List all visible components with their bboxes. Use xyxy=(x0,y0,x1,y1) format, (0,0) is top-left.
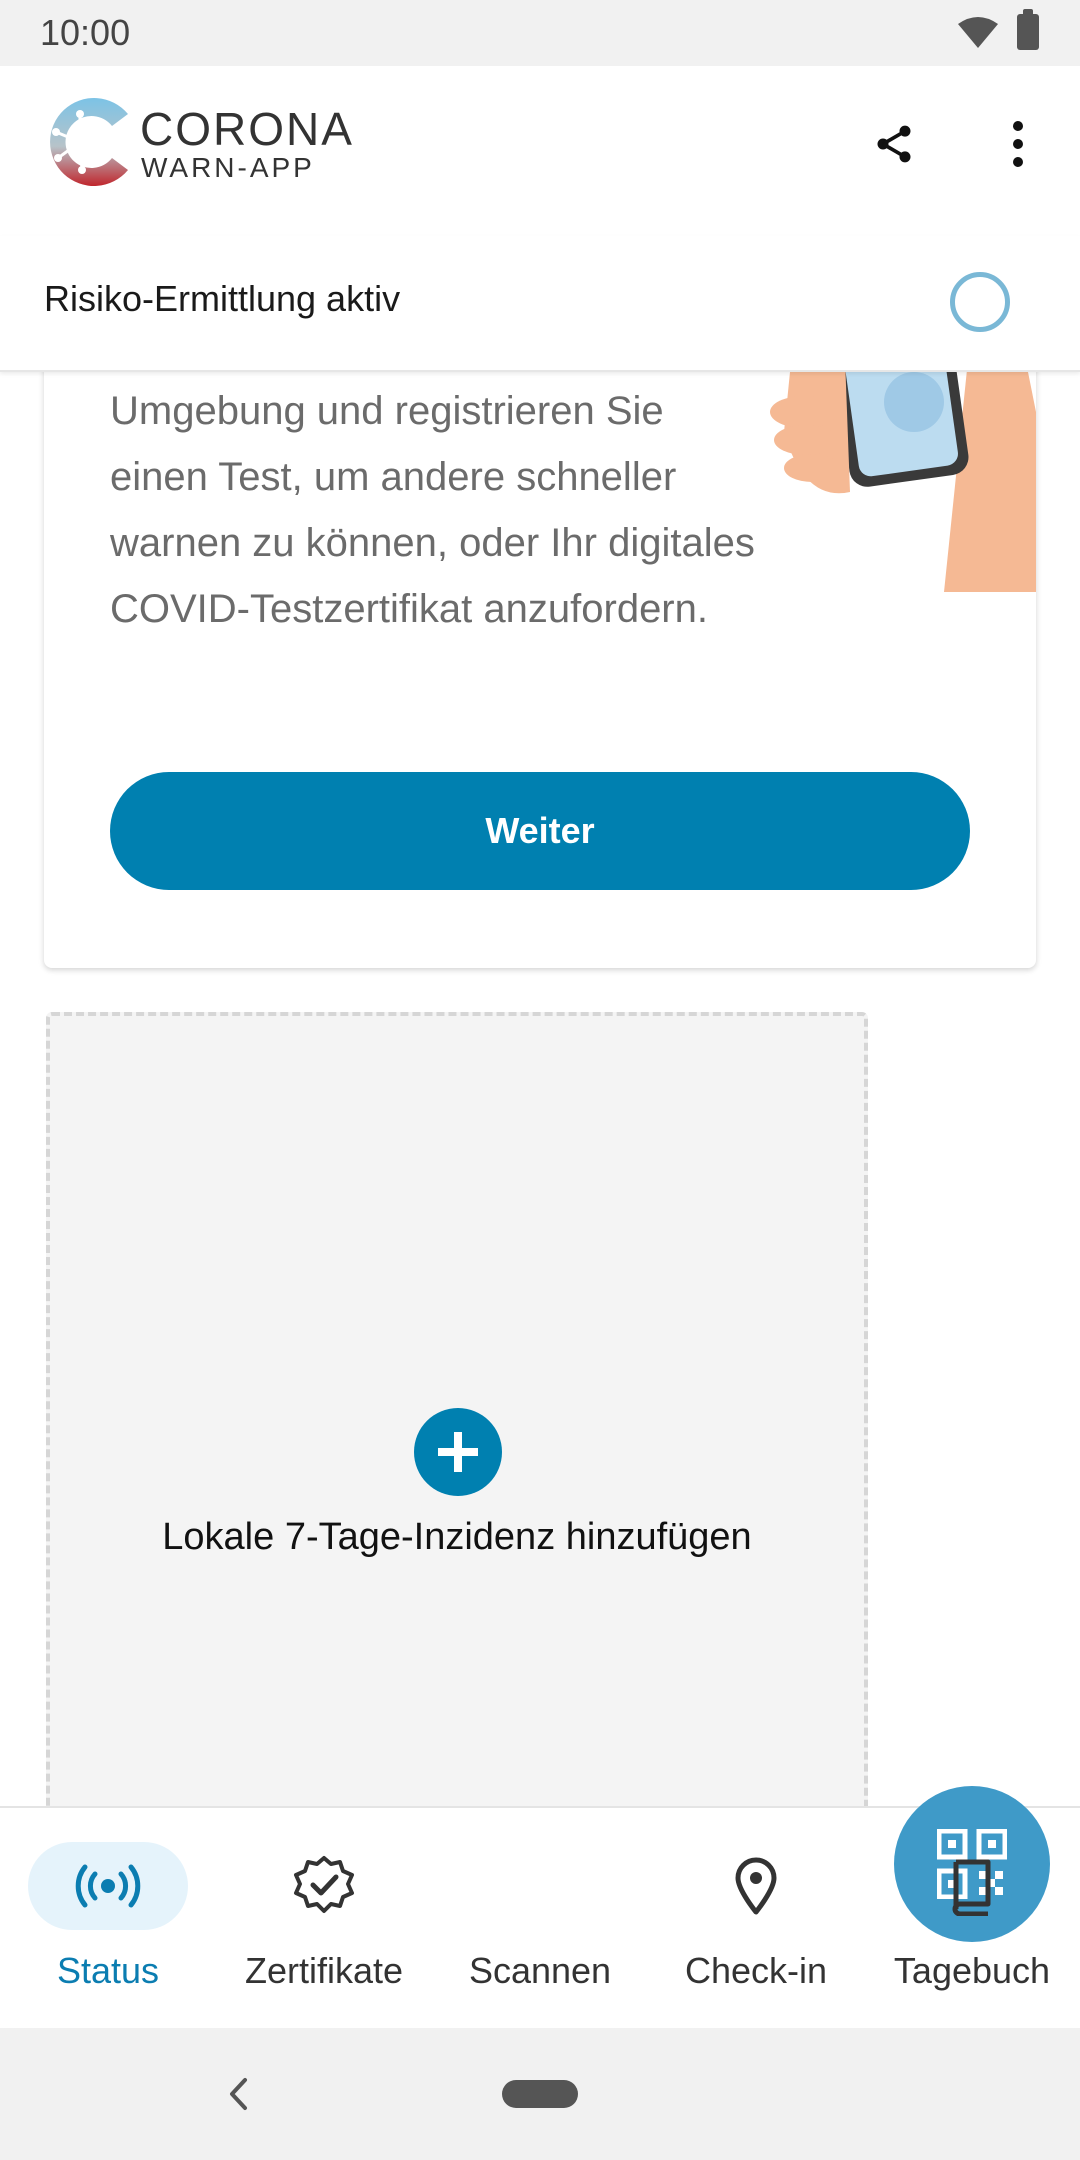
radar-icon xyxy=(75,1864,141,1908)
app-header: CORONA WARN-APP xyxy=(0,66,1080,236)
share-icon xyxy=(877,125,911,163)
test-registration-card: Finden Sie Teststellen in Ihrer Umgebung… xyxy=(44,372,1036,968)
system-home-button[interactable] xyxy=(502,2080,578,2108)
add-incidence-label: Lokale 7-Tage-Inzidenz hinzufügen xyxy=(162,1516,752,1558)
nav-item-status[interactable]: Status xyxy=(0,1808,216,2030)
nav-label-status: Status xyxy=(56,1950,160,1991)
brand-title: CORONA xyxy=(140,103,354,155)
battery-icon xyxy=(1017,9,1039,50)
add-icon xyxy=(414,1408,502,1496)
book-icon xyxy=(952,1859,991,1916)
nav-label-check-in: Check-in xyxy=(684,1950,828,1991)
chevron-left-icon xyxy=(230,2078,247,2110)
app-logo-icon xyxy=(50,98,128,186)
brand-subtitle: WARN-APP xyxy=(141,152,315,183)
weiter-button[interactable]: Weiter xyxy=(110,772,970,890)
home-content[interactable]: Finden Sie Teststellen in Ihrer Umgebung… xyxy=(0,372,1080,1806)
nav-item-tagebuch[interactable]: Tagebuch xyxy=(864,1808,1080,2030)
risk-status-label: Risiko-Ermittlung aktiv xyxy=(44,278,401,319)
phone-hand-illustration xyxy=(770,372,1036,592)
location-pin-icon xyxy=(735,1857,777,1915)
more-options-button[interactable] xyxy=(990,116,1046,172)
system-back-button[interactable] xyxy=(218,2070,258,2118)
nav-label-scannen: Scannen xyxy=(468,1950,612,1991)
add-local-incidence-tile[interactable]: Lokale 7-Tage-Inzidenz hinzufügen xyxy=(46,1012,868,1806)
share-button[interactable] xyxy=(866,116,922,172)
badge-check-icon xyxy=(294,1856,354,1913)
wifi-icon xyxy=(958,17,998,48)
more-vert-icon xyxy=(1013,121,1023,167)
nav-label-zertifikate: Zertifikate xyxy=(244,1950,404,1991)
nav-item-scannen[interactable]: Scannen xyxy=(432,1786,1050,2030)
nav-item-check-in[interactable]: Check-in xyxy=(648,1808,864,2030)
risk-status-row[interactable]: Risiko-Ermittlung aktiv xyxy=(0,236,1080,372)
bottom-navigation: Status Zertifikate Scannen Check-in Tage… xyxy=(0,1786,1080,2030)
nav-label-tagebuch: Tagebuch xyxy=(893,1950,1051,1991)
status-bar: 10:00 xyxy=(0,0,1080,66)
risk-progress-icon xyxy=(950,272,1010,332)
nav-item-zertifikate[interactable]: Zertifikate xyxy=(216,1808,432,2030)
system-navigation-bar xyxy=(0,2028,1080,2160)
test-card-text: Finden Sie Teststellen in Ihrer Umgebung… xyxy=(110,389,755,631)
status-time: 10:00 xyxy=(40,12,131,53)
